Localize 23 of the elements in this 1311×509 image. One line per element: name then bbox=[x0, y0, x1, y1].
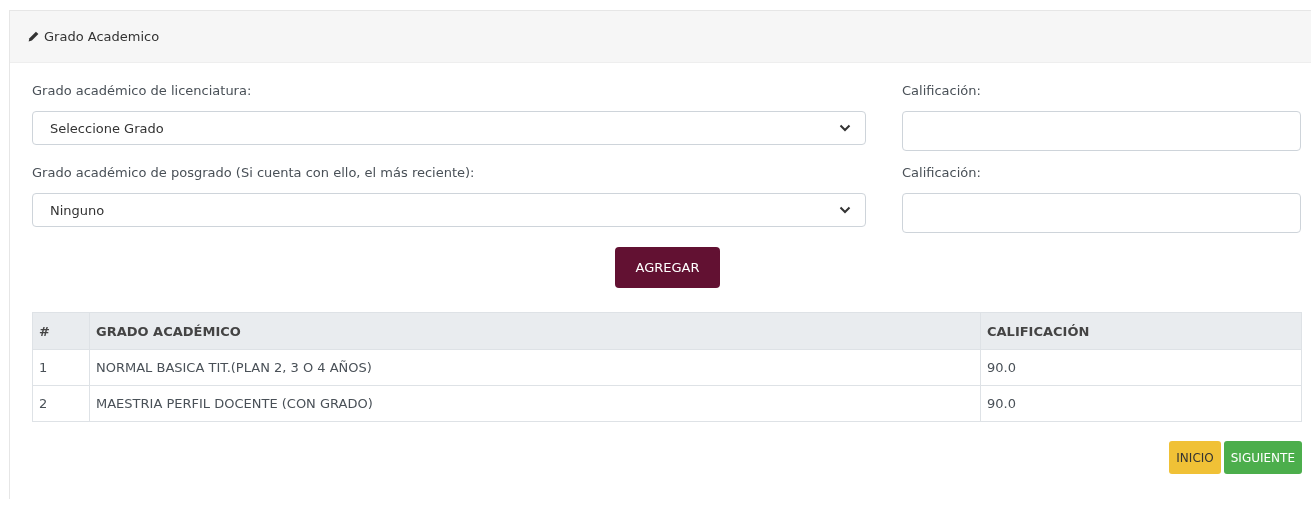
pencil-icon bbox=[27, 30, 40, 43]
table-cell: MAESTRIA PERFIL DOCENTE (CON GRADO) bbox=[89, 385, 981, 422]
field-label: Grado académico de licenciatura: bbox=[32, 83, 253, 99]
table-cell: 2 bbox=[32, 385, 90, 422]
column-header: # bbox=[32, 312, 90, 350]
table-cell: 90.0 bbox=[980, 349, 1302, 386]
nav-button[interactable]: INICIO bbox=[1169, 441, 1221, 474]
table-cell: 1 bbox=[32, 349, 90, 386]
field-label: Grado académico de posgrado (Si cuenta con ello, el más reciente): bbox=[32, 165, 476, 181]
chevron-down-icon bbox=[839, 206, 851, 214]
add-button[interactable]: AGREGAR bbox=[615, 247, 720, 288]
card-title: Grado Academico bbox=[44, 29, 160, 44]
field-label: Calificación: bbox=[902, 83, 982, 99]
field-label: Calificación: bbox=[902, 165, 982, 181]
score-input-field[interactable] bbox=[902, 193, 1301, 233]
column-header: CALIFICACIÓN bbox=[980, 312, 1302, 350]
grade-select[interactable]: Ninguno bbox=[32, 193, 866, 227]
grade-select[interactable]: Seleccione Grado bbox=[32, 111, 866, 145]
score-input-field[interactable] bbox=[902, 111, 1301, 151]
table-cell: NORMAL BASICA TIT.(PLAN 2, 3 O 4 AÑOS) bbox=[89, 349, 981, 386]
chevron-down-icon bbox=[839, 124, 851, 132]
table-cell: 90.0 bbox=[980, 385, 1302, 422]
column-header: GRADO ACADÉMICO bbox=[89, 312, 981, 350]
